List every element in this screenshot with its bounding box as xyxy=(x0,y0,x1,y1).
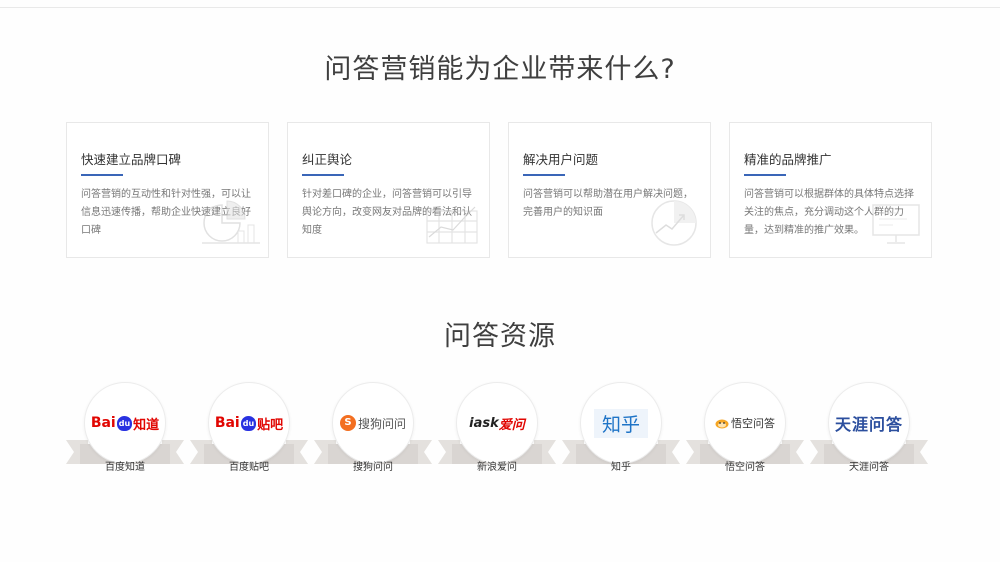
resource-label: 悟空问答 xyxy=(725,462,765,473)
sina-iask-logo: iask 爱问 xyxy=(469,415,525,433)
benefit-cards: 快速建立品牌口碑 问答营销的互动性和针对性强，可以让信息迅速传播，帮助企业快速建… xyxy=(66,122,932,258)
resource-logo-circle: 知乎 xyxy=(580,382,662,464)
resource-logo-circle: 天涯问答 xyxy=(828,382,910,464)
card-title: 精准的品牌推广 xyxy=(744,152,832,167)
resource-logo-circle: Bai du 贴吧 xyxy=(208,382,290,464)
resource-item[interactable]: 天涯问答 天涯问答 xyxy=(810,382,928,477)
resource-label: 百度知道 xyxy=(105,462,145,473)
resource-item[interactable]: Bai du 贴吧 百度贴吧 xyxy=(190,382,308,477)
card-title: 纠正舆论 xyxy=(302,152,353,167)
resource-logo-circle: 悟空问答 xyxy=(704,382,786,464)
resource-item[interactable]: 悟空问答 悟空问答 xyxy=(686,382,804,477)
monitor-icon xyxy=(872,204,920,244)
tianya-logo: 天涯问答 xyxy=(834,415,903,434)
resource-label: 知乎 xyxy=(611,462,631,473)
section-title-benefits: 问答营销能为企业带来什么? xyxy=(324,54,676,85)
wukong-logo: 悟空问答 xyxy=(715,415,775,431)
bar-chart-icon xyxy=(426,206,478,244)
resource-label: 天涯问答 xyxy=(849,462,889,473)
resource-list: Bai du 知道 百度知道 Bai du 贴吧 百度贴吧 S 搜狗问问 搜狗问… xyxy=(66,382,932,477)
resource-label: 百度贴吧 xyxy=(229,462,269,473)
resource-label: 搜狗问问 xyxy=(353,462,393,473)
sogou-wenwen-logo: S 搜狗问问 xyxy=(339,415,406,432)
card-underline xyxy=(302,174,344,176)
benefit-card: 快速建立品牌口碑 问答营销的互动性和针对性强，可以让信息迅速传播，帮助企业快速建… xyxy=(66,122,269,258)
resource-logo-circle: Bai du 知道 xyxy=(84,382,166,464)
resource-label: 新浪爱问 xyxy=(477,462,517,473)
resource-item[interactable]: 知乎 知乎 xyxy=(562,382,680,477)
resource-item[interactable]: Bai du 知道 百度知道 xyxy=(66,382,184,477)
resource-item[interactable]: iask 爱问 新浪爱问 xyxy=(438,382,556,477)
growth-chart-icon xyxy=(651,200,697,246)
section-title-resources: 问答资源 xyxy=(444,321,556,352)
monkey-icon xyxy=(715,419,729,429)
resource-logo-circle: iask 爱问 xyxy=(456,382,538,464)
card-underline xyxy=(81,174,123,176)
card-underline xyxy=(744,174,786,176)
pie-chart-icon xyxy=(202,200,260,244)
card-title: 快速建立品牌口碑 xyxy=(81,152,182,167)
card-title: 解决用户问题 xyxy=(523,152,599,167)
benefit-card: 纠正舆论 针对差口碑的企业，问答营销可以引导舆论方向，改变网友对品牌的看法和认知… xyxy=(287,122,490,258)
resource-logo-circle: S 搜狗问问 xyxy=(332,382,414,464)
zhihu-logo: 知乎 xyxy=(593,408,648,438)
resource-item[interactable]: S 搜狗问问 搜狗问问 xyxy=(314,382,432,477)
benefit-card: 解决用户问题 问答营销可以帮助潜在用户解决问题，完善用户的知识面 xyxy=(508,122,711,258)
baidu-zhidao-logo: Bai du 知道 xyxy=(90,415,160,433)
benefit-card: 精准的品牌推广 问答营销可以根据群体的具体特点选择关注的焦点，充分调动这个人群的… xyxy=(729,122,932,258)
top-divider xyxy=(0,7,1000,8)
baidu-tieba-logo: Bai du 贴吧 xyxy=(214,415,284,433)
card-underline xyxy=(523,174,565,176)
